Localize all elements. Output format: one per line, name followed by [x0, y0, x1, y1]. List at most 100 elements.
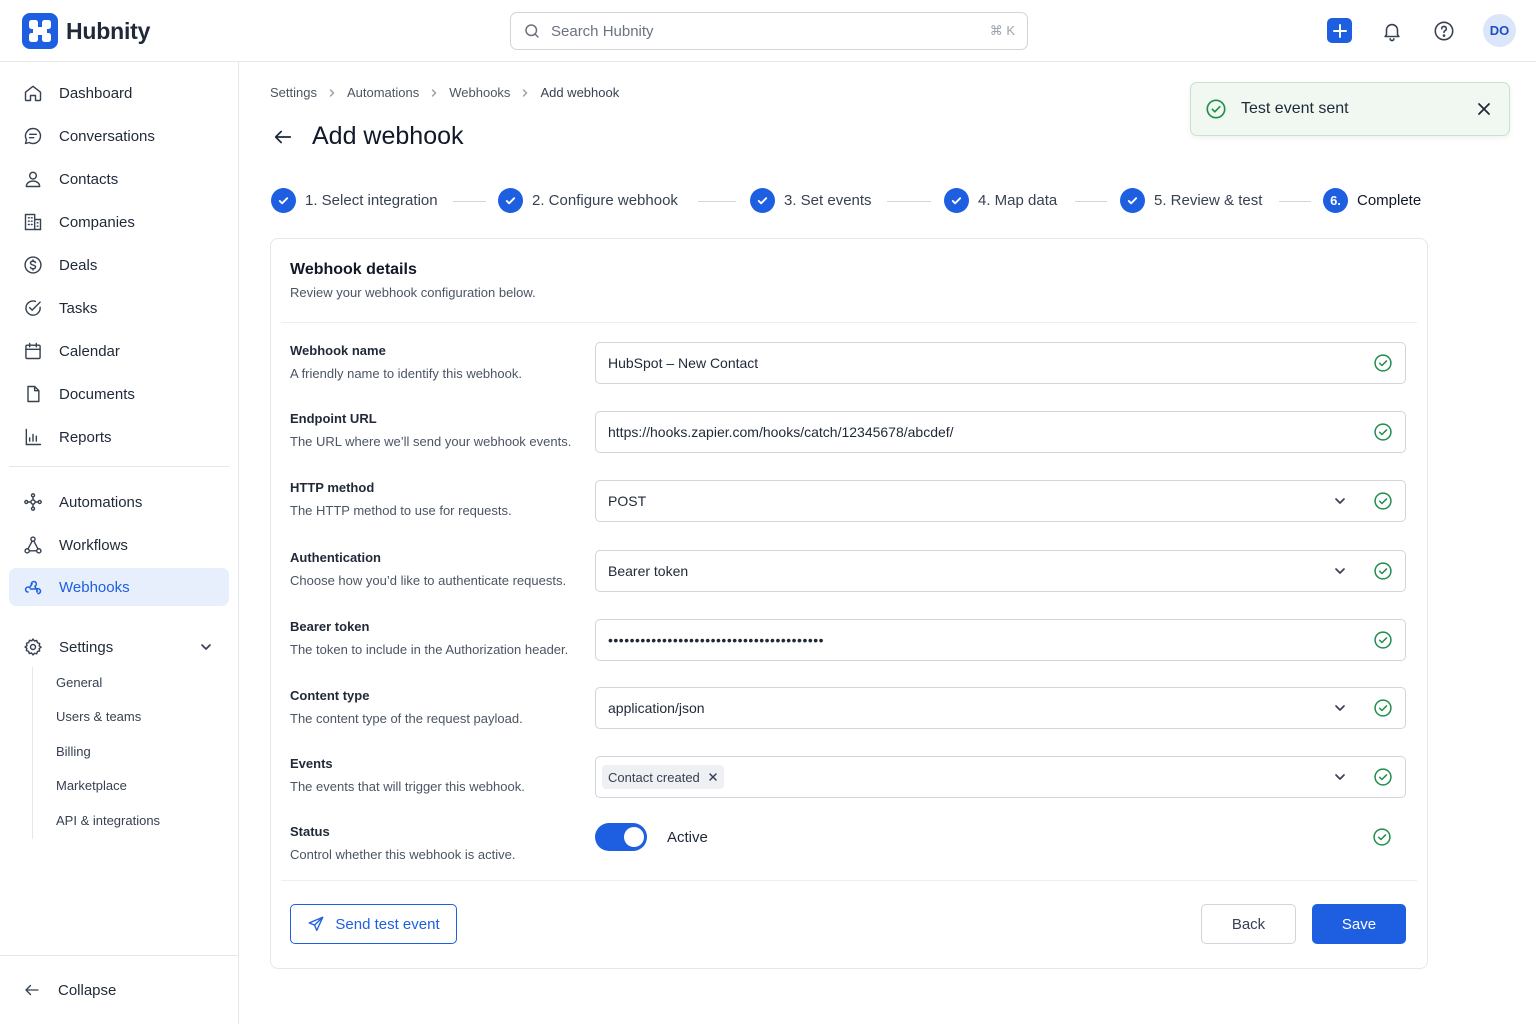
search-bar[interactable]: ⌘ K — [510, 12, 1028, 50]
back-arrow-button[interactable] — [272, 126, 294, 148]
bearer-token-label: Bearer token — [290, 619, 370, 634]
sidebar-item-calendar[interactable]: Calendar — [9, 332, 229, 370]
save-button[interactable]: Save — [1312, 904, 1406, 944]
sidebar-item-documents[interactable]: Documents — [9, 375, 229, 413]
back-button[interactable]: Back — [1201, 904, 1296, 944]
breadcrumb-settings[interactable]: Settings — [270, 85, 317, 100]
top-bar: Hubnity ⌘ K DO — [0, 0, 1536, 62]
authentication-select[interactable]: Bearer token — [595, 550, 1406, 592]
automation-icon — [23, 492, 43, 512]
sidebar-item-label: Automations — [59, 493, 143, 511]
user-avatar[interactable]: DO — [1483, 14, 1516, 47]
collapse-sidebar-button[interactable]: Collapse — [0, 955, 238, 1024]
app-logo[interactable]: Hubnity — [22, 13, 150, 49]
webhook-name-help: A friendly name to identify this webhook… — [290, 366, 522, 381]
field-value: https://hooks.zapier.com/hooks/catch/123… — [608, 424, 954, 440]
sidebar-item-settings[interactable]: Settings — [9, 628, 229, 666]
field-value: HubSpot – New Contact — [608, 355, 759, 371]
help-button[interactable] — [1431, 18, 1457, 44]
sidebar-item-automations[interactable]: Automations — [9, 483, 229, 521]
button-label: Send test event — [335, 915, 440, 933]
content-type-select[interactable]: application/json — [595, 687, 1406, 729]
stepper-connector — [1279, 201, 1311, 202]
sidebar-item-reports[interactable]: Reports — [9, 418, 229, 456]
arrow-left-icon — [274, 130, 292, 143]
breadcrumb: Settings Automations Webhooks Add webhoo… — [270, 85, 619, 100]
settings-subitem-billing[interactable]: Billing — [56, 744, 91, 759]
status-label: Status — [290, 824, 330, 839]
sidebar-item-label: Settings — [59, 638, 114, 656]
sidebar-item-label: Deals — [59, 256, 98, 274]
bell-icon — [1384, 23, 1400, 41]
step-label: Complete — [1357, 192, 1422, 209]
sidebar-item-contacts[interactable]: Contacts — [9, 160, 229, 198]
chip-remove-icon[interactable] — [708, 772, 718, 782]
valid-check-icon — [1373, 491, 1393, 511]
stepper-connector — [887, 201, 931, 202]
endpoint-url-label: Endpoint URL — [290, 411, 377, 426]
endpoint-url-help: The URL where we’ll send your webhook ev… — [290, 434, 572, 449]
breadcrumb-webhooks[interactable]: Webhooks — [449, 85, 510, 100]
sidebar-item-deals[interactable]: Deals — [9, 246, 229, 284]
search-input[interactable] — [551, 22, 990, 40]
field-value: POST — [608, 493, 647, 509]
settings-subitem-api-integrations[interactable]: API & integrations — [56, 813, 160, 828]
sidebar-item-conversations[interactable]: Conversations — [9, 117, 229, 155]
step-check-icon — [750, 188, 775, 213]
app-name: Hubnity — [66, 17, 151, 44]
status-help: Control whether this webhook is active. — [290, 847, 516, 862]
step-configure-webhook[interactable]: 2. Configure webhook — [498, 188, 678, 213]
sidebar-item-webhooks[interactable]: Webhooks — [9, 568, 229, 606]
send-test-event-button[interactable]: Send test event — [290, 904, 457, 944]
success-toast: Test event sent — [1190, 82, 1510, 136]
step-complete[interactable]: 6. Complete — [1323, 188, 1421, 213]
sidebar-divider — [9, 466, 229, 467]
settings-subitem-users-teams[interactable]: Users & teams — [56, 709, 141, 724]
webhook-name-input[interactable]: HubSpot – New Contact — [595, 342, 1406, 384]
breadcrumb-automations[interactable]: Automations — [347, 85, 419, 100]
step-select-integration[interactable]: 1. Select integration — [271, 188, 438, 213]
events-help: The events that will trigger this webhoo… — [290, 779, 525, 794]
step-check-icon — [1120, 188, 1145, 213]
building-icon — [23, 212, 43, 232]
sidebar-item-dashboard[interactable]: Dashboard — [9, 74, 229, 112]
field-value: application/json — [608, 700, 705, 716]
status-value: Active — [667, 829, 708, 846]
sidebar-item-label: Dashboard — [59, 84, 133, 102]
endpoint-url-input[interactable]: https://hooks.zapier.com/hooks/catch/123… — [595, 411, 1406, 453]
stepper-connector — [698, 201, 736, 202]
sidebar-item-label: Companies — [59, 213, 135, 231]
authentication-help: Choose how you’d like to authenticate re… — [290, 573, 567, 588]
chevron-down-icon — [1333, 701, 1347, 715]
step-label: 3. Set events — [784, 192, 872, 209]
settings-subitem-marketplace[interactable]: Marketplace — [56, 778, 127, 793]
chip-label: Contact created — [608, 769, 700, 785]
sidebar-item-workflows[interactable]: Workflows — [9, 526, 229, 564]
status-toggle[interactable] — [595, 823, 647, 851]
settings-subitem-general[interactable]: General — [56, 675, 102, 690]
gear-icon — [23, 637, 43, 657]
valid-check-icon — [1373, 422, 1393, 442]
step-check-icon — [498, 188, 523, 213]
event-chip[interactable]: Contact created — [602, 765, 724, 789]
notifications-button[interactable] — [1379, 18, 1405, 44]
bearer-token-input[interactable]: •••••••••••••••••••••••••••••••••••••••• — [595, 619, 1406, 661]
page-title: Add webhook — [312, 122, 464, 150]
step-review-test[interactable]: 5. Review & test — [1120, 188, 1262, 213]
create-button[interactable] — [1327, 18, 1352, 43]
sidebar-item-companies[interactable]: Companies — [9, 203, 229, 241]
sidebar-item-label: Tasks — [59, 299, 98, 317]
chat-icon — [23, 126, 43, 146]
step-map-data[interactable]: 4. Map data — [944, 188, 1057, 213]
http-method-help: The HTTP method to use for requests. — [290, 503, 512, 518]
valid-check-icon — [1373, 698, 1393, 718]
toast-close-button[interactable] — [1472, 97, 1496, 121]
step-set-events[interactable]: 3. Set events — [750, 188, 872, 213]
step-check-icon — [944, 188, 969, 213]
events-multiselect[interactable]: Contact created — [595, 756, 1406, 798]
chevron-right-icon — [429, 88, 439, 98]
sidebar-item-tasks[interactable]: Tasks — [9, 289, 229, 327]
stepper-connector — [453, 201, 486, 202]
authentication-label: Authentication — [290, 550, 381, 565]
http-method-select[interactable]: POST — [595, 480, 1406, 522]
